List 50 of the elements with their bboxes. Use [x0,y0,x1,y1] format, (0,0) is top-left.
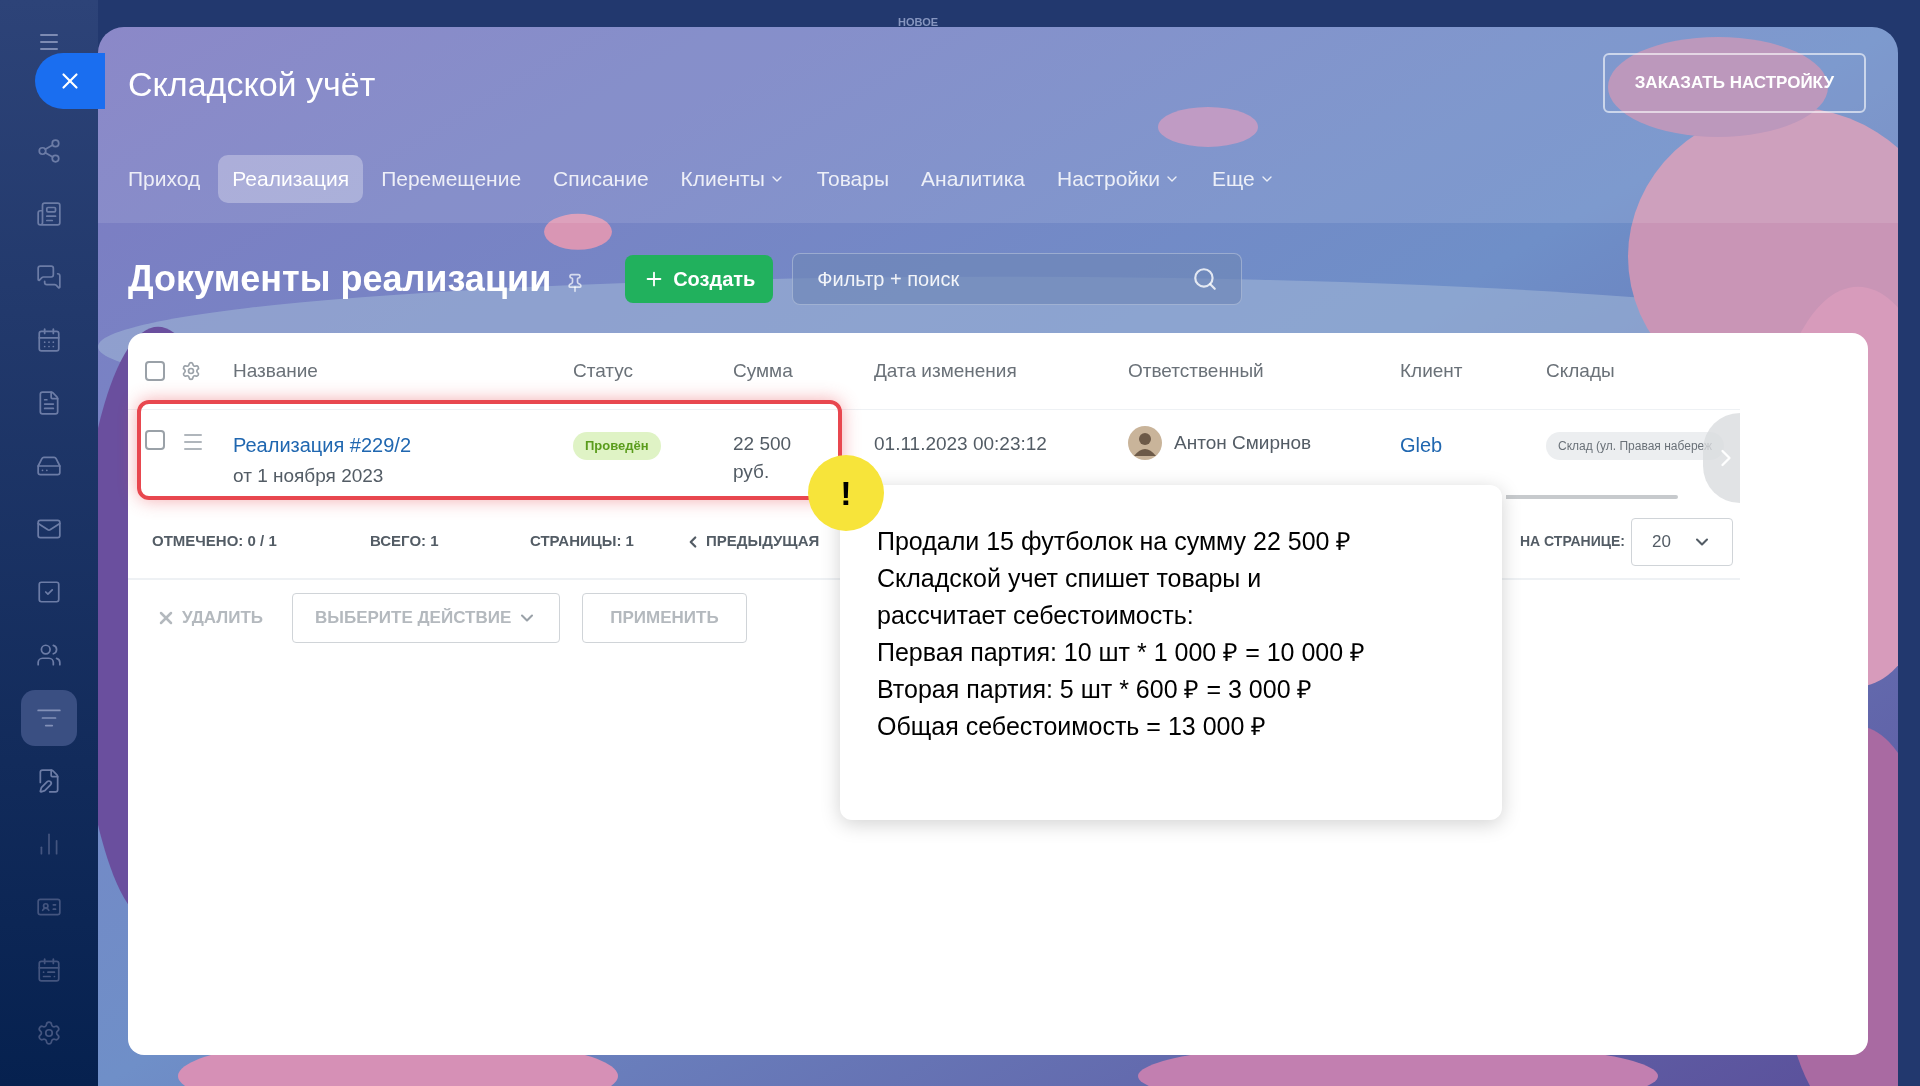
total-count: ВСЕГО: 1 [370,531,440,552]
tab[interactable]: Списание [539,155,663,203]
column-header[interactable]: Статус [573,356,733,386]
tab[interactable]: Аналитика [907,155,1039,203]
column-header[interactable]: Сумма [733,356,874,386]
avatar-icon [1128,426,1162,460]
delete-button[interactable]: УДАЛИТЬ [156,604,292,631]
column-header[interactable]: Ответственный [1128,356,1400,386]
callout-text-line: Вторая партия: 5 шт * 600 ₽ = 3 000 ₽ [877,674,1314,705]
client-link[interactable]: Gleb [1400,430,1546,460]
column-header[interactable]: Клиент [1400,356,1546,386]
per-page-label: НА СТРАНИЦЕ: [1519,532,1625,551]
tab[interactable]: Настройки [1043,155,1194,203]
new-label: НОВОЕ [898,15,939,30]
select-all-checkbox[interactable] [145,361,165,381]
tab[interactable]: Товары [802,155,904,203]
previous-page-link[interactable]: ПРЕДЫДУЩАЯ [684,530,820,553]
callout-text-line: Общая себестоимость = 13 000 ₽ [877,711,1268,742]
per-page-select[interactable]: 20 [1631,517,1733,566]
status-tag: Проведён [573,432,661,460]
checked-count: ОТМЕЧЕНО: 0 / 1 [152,531,278,552]
callout-text-line: рассчитает себестоимость: [877,600,1195,631]
column-header[interactable]: Склады [1546,356,1740,386]
tab[interactable]: Перемещение [367,155,536,203]
amount-cell-text: 22 500 руб. [733,432,793,484]
row-checkbox[interactable] [145,430,165,450]
tab[interactable]: Клиенты [666,155,799,203]
create-button[interactable]: Создать [625,255,774,303]
filter-icon[interactable] [21,690,77,746]
tab[interactable]: Реализация [218,155,364,203]
document-link[interactable]: Реализация #229/2 [233,430,573,460]
document-date: от 1 ноября 2023 [233,464,385,488]
window-title: Складской учёт [128,64,376,105]
close-button[interactable] [35,53,105,109]
responsible-name: Антон Смирнов [1174,430,1312,455]
callout-text-line: Первая партия: 10 шт * 1 000 ₽ = 10 000 ₽ [877,637,1367,668]
search-field[interactable]: Фильтр + поиск [792,253,1243,305]
column-header[interactable]: Название [233,356,573,386]
page-heading: Документы реализации [128,257,552,301]
tab[interactable]: Приход [114,155,215,203]
action-select[interactable]: ВЫБЕРИТЕ ДЕЙСТВИЕ [292,592,560,643]
tab[interactable]: Еще [1198,155,1289,203]
column-header[interactable]: Дата изменения [874,356,1128,386]
callout-text-line: Складской учет спишет товары и [877,563,1263,594]
pages-count: СТРАНИЦЫ: 1 [530,531,635,552]
apply-button[interactable]: ПРИМЕНИТЬ [582,592,747,643]
exclamation-marker: ! [808,455,884,531]
search-icon [1192,266,1219,292]
settings-icon[interactable] [181,361,201,381]
modified-date-cell-text: 01.11.2023 00:23:12 [874,432,1048,456]
